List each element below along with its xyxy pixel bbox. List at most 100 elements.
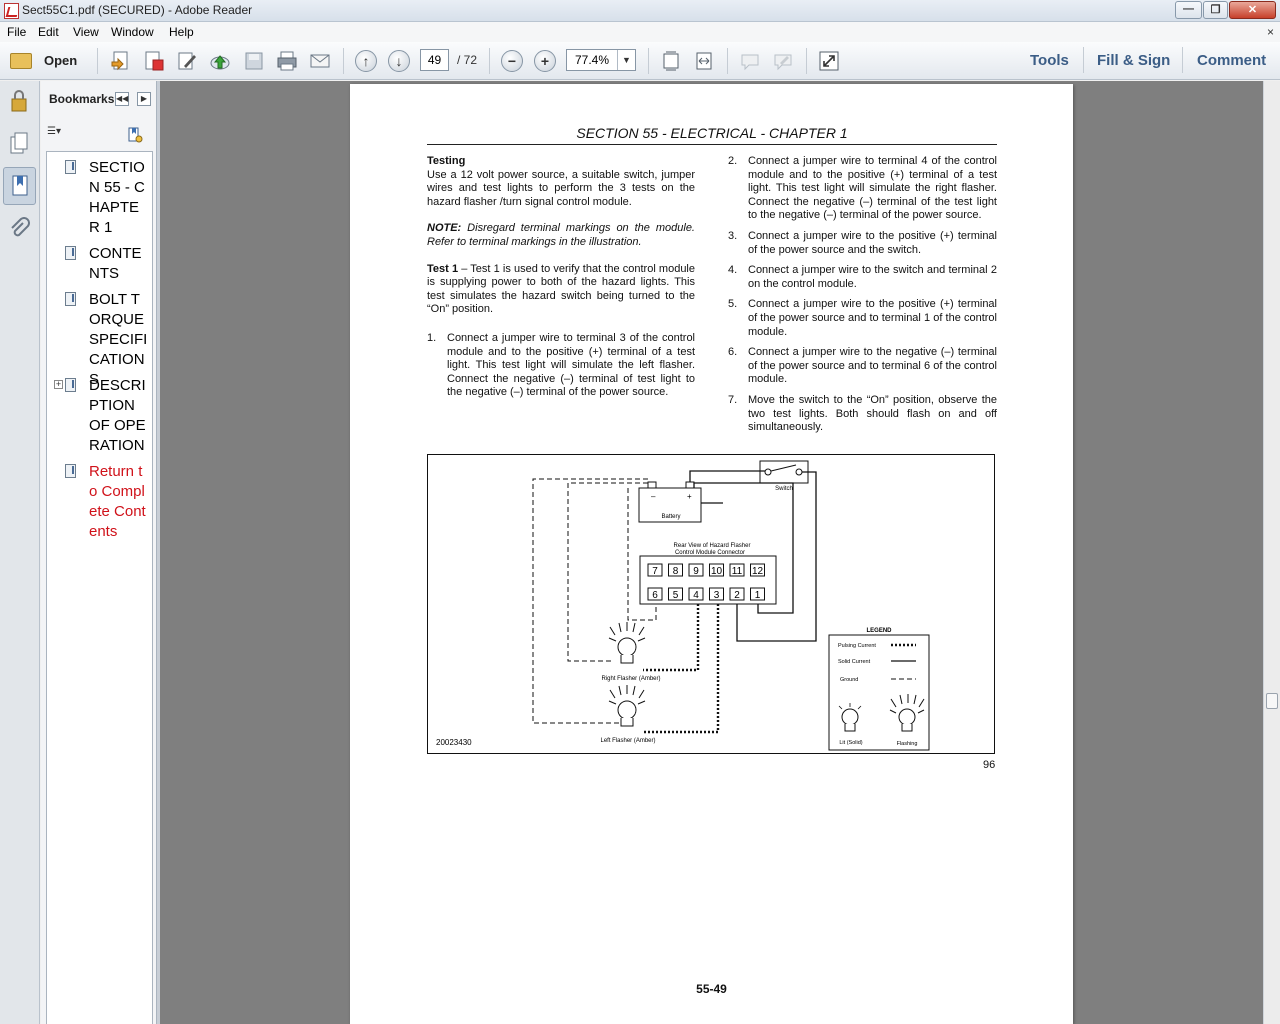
fill-sign-button[interactable]: Fill & Sign [1097,52,1170,69]
note-paragraph: NOTE: Disregard terminal markings on the… [427,222,695,249]
window-title: Sect55C1.pdf (SECURED) - Adobe Reader [22,3,253,17]
toolbar-separator [648,48,649,74]
step-number: 2. [728,155,738,167]
menu-bar: File Edit View Window Help × [0,22,1280,42]
bookmark-item-contents[interactable]: CONTENTS [47,244,151,284]
terminal-label: 12 [752,566,764,577]
menu-edit[interactable]: Edit [38,25,59,39]
bookmark-icon [65,378,76,392]
upload-cloud-icon[interactable] [209,50,231,72]
bookmark-icon [12,175,28,196]
note-label: NOTE: [427,222,462,235]
zoom-select[interactable]: 77.4% ▼ [566,49,636,71]
test1-label: Test 1 [427,262,459,275]
battery-label: Battery [661,514,680,520]
legend-pulsing-label: Pulsing Current [838,643,876,649]
right-column: 2. Connect a jumper wire to terminal 4 of… [728,155,997,442]
step-number: 3. [728,229,738,242]
bookmark-item-description[interactable]: + DESCRIPTION OF OPERATION [47,376,151,456]
options-menu-icon[interactable]: ☰▾ [47,126,73,142]
bookmark-icon [65,246,76,260]
bookmark-label: CONTENTS [89,245,142,282]
step-item: 4. Connect a jumper wire to the switch an… [728,264,997,291]
menu-view[interactable]: View [73,25,99,39]
bookmarks-panel-button[interactable] [3,167,36,205]
title-bar: Sect55C1.pdf (SECURED) - Adobe Reader — … [0,0,1280,22]
toolbar-separator [806,48,807,74]
menu-help[interactable]: Help [169,25,194,39]
previous-page-button[interactable]: ↑ [355,50,377,72]
step-text: Connect a jumper wire to the negative (–… [748,346,997,386]
right-flasher-label: Right Flasher (Amber) [601,676,660,682]
terminal-label: 3 [714,590,720,601]
close-button[interactable]: ✕ [1229,1,1276,19]
step-text: Connect a jumper wire to the positive (+… [748,298,997,338]
section-title: SECTION 55 - ELECTRICAL - CHAPTER 1 [576,125,848,141]
step-number: 6. [728,346,738,359]
step-text: Connect a jumper wire to terminal 3 of t… [447,331,695,399]
left-flasher-bulb [608,685,646,727]
scrollbar-thumb[interactable] [1266,693,1278,709]
next-page-button[interactable]: ↓ [388,50,410,72]
terminal-label: 10 [711,566,723,577]
minimize-button[interactable]: — [1175,1,1202,19]
page-number: 96 [983,759,996,771]
terminal-label: 2 [734,590,740,601]
bookmarks-panel: Bookmarks ◀◀ ▶ ☰▾ SECTION 55 - CHAPTER 1… [41,81,157,1024]
legend-box [828,634,930,751]
legend-lit-label: Lit (Solid) [839,740,862,746]
expand-panel-icon[interactable]: ▶ [137,92,151,106]
chevron-down-icon[interactable]: ▼ [617,50,635,70]
terminal-label: 4 [693,590,699,601]
step-number: 1. [427,331,437,344]
page-thumbnails-icon[interactable] [8,131,30,155]
edit-pdf-icon[interactable] [176,50,198,72]
switch-label: Switch [775,486,793,492]
save-icon[interactable] [243,50,265,72]
bookmarks-header: Bookmarks [49,92,115,106]
battery-positive-label: + [687,492,692,501]
left-flasher-label: Left Flasher (Amber) [600,738,655,744]
lock-icon[interactable] [8,89,30,113]
toolbar-separator [489,48,490,74]
step-item: 1. Connect a jumper wire to terminal 3 o… [427,332,695,400]
left-column: Testing Use a 12 volt power source, a su… [427,155,695,407]
expand-icon[interactable]: + [54,380,63,389]
tools-button[interactable]: Tools [1030,52,1069,69]
zoom-out-button[interactable]: − [501,50,523,72]
vertical-scrollbar[interactable] [1263,81,1280,1024]
find-bookmark-icon[interactable] [127,127,143,143]
page-footer: 55-49 [696,982,727,996]
menu-window[interactable]: Window [111,25,154,39]
menu-file[interactable]: File [7,25,26,39]
page-number-input[interactable]: 49 [420,49,449,71]
pdf-page: SECTION 55 - ELECTRICAL - CHAPTER 1 Test… [350,84,1073,1024]
comment-button[interactable]: Comment [1197,52,1266,69]
navigation-pane [0,81,40,1024]
email-icon[interactable] [309,50,331,72]
bookmark-item-bolt-torque[interactable]: BOLT TORQUE SPECIFICATIONS [47,290,151,388]
full-screen-icon[interactable] [818,50,840,72]
step-item: 3. Connect a jumper wire to the positive … [728,230,997,257]
terminal-label: 9 [693,566,699,577]
close-document-icon[interactable]: × [1267,25,1274,39]
attachments-icon[interactable] [8,217,30,241]
combine-pdf-icon[interactable] [143,50,165,72]
folder-icon [10,53,32,69]
bookmark-icon [65,292,76,306]
print-icon[interactable] [276,50,298,72]
bookmark-label: DESCRIPTION OF OPERATION [89,377,146,454]
fit-width-icon[interactable] [693,50,715,72]
bookmark-item-section[interactable]: SECTION 55 - CHAPTER 1 [47,158,151,238]
zoom-in-button[interactable]: + [534,50,556,72]
create-pdf-icon[interactable] [110,50,132,72]
step-number: 7. [728,393,738,406]
maximize-button[interactable]: ❐ [1203,1,1228,19]
step-number: 4. [728,264,738,277]
collapse-panel-icon[interactable]: ◀◀ [115,92,129,106]
bookmark-item-return[interactable]: Return to Complete Contents [47,462,151,542]
right-flasher-bulb [608,622,646,664]
terminal-label: 7 [652,566,658,577]
testing-paragraph: Use a 12 volt power source, a suitable s… [427,168,695,208]
fit-page-icon[interactable] [660,50,682,72]
